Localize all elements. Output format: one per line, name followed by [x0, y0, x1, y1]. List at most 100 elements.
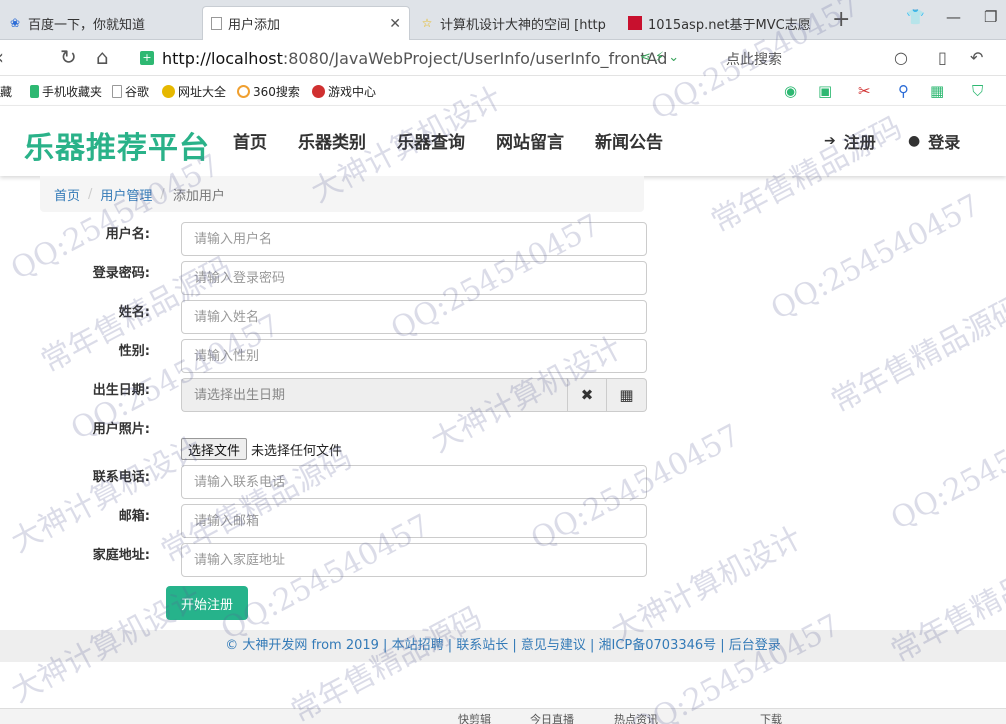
address-bar: ‹ ↻ ⌂ + http://localhost :8080/JavaWebPr… [0, 40, 1006, 76]
username-input[interactable] [181, 222, 647, 256]
email-label: 邮箱: [118, 509, 150, 524]
red-square-icon [628, 16, 642, 30]
translate-icon[interactable]: ▣ [818, 82, 832, 100]
home-icon[interactable]: ⌂ [96, 46, 109, 68]
undo-icon[interactable]: ↶ [970, 48, 983, 67]
tab-baidu[interactable]: ❀ 百度一下，你就知道 [0, 6, 200, 40]
phone-icon [30, 85, 39, 98]
username-label: 用户名: [105, 227, 150, 242]
tab-title: 1015asp.net基于MVC志愿 [648, 17, 810, 33]
choose-file-button[interactable]: 选择文件 [181, 438, 248, 460]
watermark-text: 常年售精品源码 [825, 290, 1006, 420]
calendar-icon[interactable]: ▦ [607, 378, 647, 412]
watermark-text: QQ:254540457 [625, 607, 846, 724]
bookmark-google[interactable]: 谷歌 [112, 83, 149, 100]
tab-mvc-project[interactable]: 1015asp.net基于MVC志愿 [620, 6, 810, 40]
email-input[interactable] [181, 504, 647, 538]
bookmark-mobile-favorites[interactable]: 手机收藏夹 [30, 83, 102, 100]
phone-input[interactable] [181, 465, 647, 499]
baidu-paw-icon: ❀ [9, 16, 21, 30]
search-box[interactable]: 点此搜索 [726, 49, 782, 69]
watermark-text: QQ:254540457 [765, 187, 986, 328]
login-link[interactable]: ● 登录 [908, 129, 960, 153]
tab-title: 计算机设计大神的空间 [http [440, 17, 606, 33]
close-tab-icon[interactable]: ✕ [389, 16, 401, 32]
browser-tab-bar: ❀ 百度一下，你就知道 用户添加 ✕ ☆ 计算机设计大神的空间 [http 10… [0, 0, 1006, 40]
photo-label: 用户照片: [92, 422, 150, 437]
refresh-icon[interactable]: ↻ [60, 46, 77, 68]
birth-date-input[interactable] [181, 378, 567, 412]
nav-instrument-search[interactable]: 乐器查询 [397, 128, 465, 153]
gender-label: 性别: [118, 344, 150, 359]
tab-user-add[interactable]: 用户添加 ✕ [202, 6, 410, 40]
breadcrumb-user-management[interactable]: 用户管理 [100, 185, 152, 204]
nav-news[interactable]: 新闻公告 [595, 128, 663, 153]
bookmark-url-directory[interactable]: 网址大全 [162, 83, 226, 100]
register-submit-button[interactable]: 开始注册 [166, 586, 248, 620]
site-footer[interactable]: © 大神开发网 from 2019 | 本站招聘 | 联系站长 | 意见与建议 … [0, 630, 1006, 662]
url-path: :8080/JavaWebProject/UserInfo/userInfo_f… [282, 48, 668, 68]
birth-date-label: 出生日期: [92, 383, 150, 398]
minimize-icon[interactable]: — [946, 8, 961, 26]
photo-file-input: 选择文件 未选择任何文件 [181, 438, 342, 460]
breadcrumb-current: 添加用户 [172, 188, 225, 204]
breadcrumb-home[interactable]: 首页 [54, 185, 80, 204]
phone-icon[interactable]: ▯ [938, 48, 947, 67]
shield-icon[interactable]: ⛉ [972, 82, 983, 100]
breadcrumb: 首页 / 用户管理 / 添加用户 [40, 176, 644, 212]
password-input[interactable] [181, 261, 647, 295]
clear-date-icon[interactable]: ✖ [567, 378, 607, 412]
shirt-icon[interactable]: 👕 [906, 8, 925, 26]
tab-title: 用户添加 [228, 18, 281, 33]
address-input[interactable] [181, 543, 647, 577]
bookmark-item[interactable]: 藏 [0, 83, 12, 100]
globe-icon [162, 85, 175, 98]
breadcrumb-separator: / [88, 186, 93, 202]
breadcrumb-separator: / [160, 186, 165, 202]
name-input[interactable] [181, 300, 647, 334]
bookmarks-bar: 藏 手机收藏夹 谷歌 网址大全 360搜索 游戏中心 ◉ ▣ ✂ ⚲ ▦ ⛉ [0, 76, 1006, 106]
register-link[interactable]: ➔ 注册 [824, 129, 876, 153]
gamepad-icon[interactable]: ▦ [930, 82, 944, 100]
phone-label: 联系电话: [92, 470, 150, 485]
bookmark-360-search[interactable]: 360搜索 [237, 83, 300, 100]
scissors-icon[interactable]: ✂ [858, 82, 871, 100]
sign-in-icon: ➔ [824, 133, 836, 149]
share-icon[interactable]: ⋖ ⚡ ⌄ [640, 50, 679, 65]
gender-input[interactable] [181, 339, 647, 373]
user-icon: ● [908, 133, 921, 149]
star-icon: ☆ [421, 16, 433, 30]
ring-icon [237, 85, 250, 98]
statusbar-item[interactable]: 今日直播 [530, 711, 574, 724]
site-header: 乐器推荐平台 首页 乐器类别 乐器查询 网站留言 新闻公告 ➔ 注册 ● 登录 [0, 106, 1006, 176]
nav-guestbook[interactable]: 网站留言 [496, 128, 564, 153]
statusbar-item[interactable]: 下载 [760, 711, 782, 724]
birth-date-picker: ✖ ▦ [181, 378, 647, 412]
file-status: 未选择任何文件 [251, 443, 343, 459]
tab-designer-space[interactable]: ☆ 计算机设计大神的空间 [http [412, 6, 612, 40]
page-icon [112, 85, 122, 98]
watermark-text: 大神计算机设计 [5, 430, 208, 560]
nav-home[interactable]: 首页 [233, 128, 267, 153]
back-icon[interactable]: ‹ [0, 46, 4, 68]
magnifier-icon[interactable]: ⚲ [898, 82, 909, 100]
main-nav: 首页 乐器类别 乐器查询 网站留言 新闻公告 [233, 128, 663, 153]
restore-icon[interactable]: ❐ [984, 8, 997, 26]
search-icon[interactable]: ○ [894, 48, 908, 67]
secure-shield-icon: + [140, 51, 154, 65]
password-label: 登录密码: [92, 266, 150, 281]
browser-status-bar: 快剪辑 今日直播 热点资讯 下载 [0, 708, 1006, 724]
address-label: 家庭地址: [92, 548, 150, 563]
url-field[interactable]: + http://localhost :8080/JavaWebProject/… [140, 44, 720, 72]
nav-instrument-category[interactable]: 乐器类别 [298, 128, 366, 153]
statusbar-item[interactable]: 快剪辑 [458, 711, 491, 724]
new-tab-button[interactable]: + [832, 8, 850, 32]
page-icon [211, 17, 222, 30]
name-label: 姓名: [118, 305, 150, 320]
bookmark-game-center[interactable]: 游戏中心 [312, 83, 376, 100]
watermark-text: QQ:254540457 [885, 397, 1006, 538]
extension-green-icon[interactable]: ◉ [784, 82, 797, 100]
statusbar-item[interactable]: 热点资讯 [614, 711, 658, 724]
site-brand[interactable]: 乐器推荐平台 [24, 123, 210, 167]
tab-title: 百度一下，你就知道 [28, 17, 146, 33]
